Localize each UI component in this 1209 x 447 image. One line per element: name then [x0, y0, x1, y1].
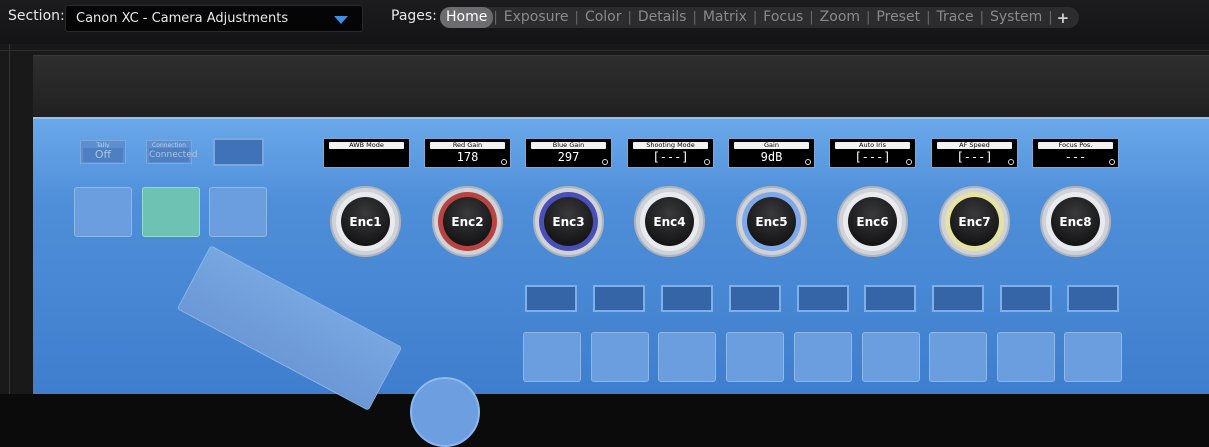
encoder-label: Enc4	[645, 197, 694, 246]
tab-home[interactable]: Home	[440, 7, 494, 28]
left-button-3[interactable]	[209, 187, 267, 237]
tally-indicator[interactable]: Tally Off	[80, 140, 126, 164]
jog-wheel[interactable]	[410, 377, 480, 447]
settings-icon	[704, 159, 710, 165]
display-red-gain: Red Gain 178	[424, 138, 511, 168]
connection-value: Connected	[149, 148, 198, 162]
encoder-label: Enc7	[950, 197, 999, 246]
display-gain: Gain 9dB	[728, 138, 815, 168]
tab-exposure[interactable]: Exposure	[498, 7, 575, 28]
encoder-7[interactable]: Enc7	[939, 186, 1010, 257]
encoder-label: Enc1	[341, 197, 390, 246]
display-label: Auto Iris	[859, 141, 886, 149]
settings-icon	[1109, 159, 1115, 165]
display-label: Gain	[764, 141, 779, 149]
display-value: [---]	[854, 150, 891, 164]
bottom-button-8[interactable]	[997, 332, 1055, 382]
display-value: 178	[456, 150, 479, 164]
frame-divider	[9, 44, 10, 394]
section-dropdown[interactable]: Canon XC - Camera Adjustments	[65, 5, 363, 32]
display-label: Red Gain	[452, 141, 483, 149]
left-button-2[interactable]	[142, 187, 200, 237]
tab-details[interactable]: Details	[632, 7, 693, 28]
pages-tab-bar: Home | Exposure | Color | Details | Matr…	[440, 7, 1080, 28]
display-value: 9dB	[760, 150, 783, 164]
tab-preset[interactable]: Preset	[870, 7, 926, 28]
bottom-button-9[interactable]	[1064, 332, 1122, 382]
small-button-7[interactable]	[932, 285, 984, 312]
display-label: Focus Pos.	[1058, 141, 1093, 149]
tab-matrix[interactable]: Matrix	[697, 7, 753, 28]
tab-focus[interactable]: Focus	[757, 7, 809, 28]
settings-icon	[1008, 159, 1014, 165]
controller-bezel	[33, 55, 1209, 120]
encoder-6[interactable]: Enc6	[837, 186, 908, 257]
bottom-button-7[interactable]	[929, 332, 987, 382]
display-label: Shooting Mode	[646, 141, 695, 149]
bottom-button-3[interactable]	[658, 332, 716, 382]
chevron-down-icon[interactable]	[334, 16, 348, 24]
display-af-speed: AF Speed [---]	[931, 138, 1018, 168]
tab-trace[interactable]: Trace	[930, 7, 979, 28]
settings-icon	[805, 159, 811, 165]
display-value: 297	[557, 150, 580, 164]
display-blue-gain: Blue Gain 297	[525, 138, 612, 168]
encoder-8[interactable]: Enc8	[1040, 186, 1111, 257]
encoder-label: Enc3	[544, 197, 593, 246]
encoder-label: Enc2	[443, 197, 492, 246]
display-shooting-mode: Shooting Mode [---]	[627, 138, 714, 168]
display-label: AF Speed	[959, 141, 990, 149]
small-button-4[interactable]	[729, 285, 781, 312]
display-label: AWB Mode	[349, 141, 384, 149]
tab-system[interactable]: System	[984, 7, 1048, 28]
small-button-5[interactable]	[797, 285, 849, 312]
display-awb-mode: AWB Mode	[323, 138, 410, 168]
tally-value: Off	[83, 148, 123, 162]
connection-indicator[interactable]: Connection Connected	[146, 140, 198, 164]
bottom-button-1[interactable]	[523, 332, 581, 382]
encoder-4[interactable]: Enc4	[634, 186, 705, 257]
top-toolbar: Section: Canon XC - Camera Adjustments P…	[0, 0, 1209, 44]
small-button-2[interactable]	[593, 285, 645, 312]
small-button-8[interactable]	[1000, 285, 1052, 312]
tab-zoom[interactable]: Zoom	[814, 7, 866, 28]
tab-color[interactable]: Color	[579, 7, 628, 28]
small-button-9[interactable]	[1067, 285, 1119, 312]
display-focus-pos: Focus Pos. ---	[1032, 138, 1119, 168]
settings-icon	[501, 159, 507, 165]
encoder-label: Enc5	[747, 197, 796, 246]
small-button-6[interactable]	[864, 285, 916, 312]
add-page-button[interactable]: +	[1053, 9, 1074, 27]
bottom-button-4[interactable]	[726, 332, 784, 382]
display-value: ---	[1064, 150, 1087, 164]
small-button-1[interactable]	[525, 285, 577, 312]
bottom-button-5[interactable]	[794, 332, 852, 382]
display-value: [---]	[652, 150, 689, 164]
encoder-1[interactable]: Enc1	[330, 186, 401, 257]
encoder-label: Enc8	[1051, 197, 1100, 246]
display-auto-iris: Auto Iris [---]	[829, 138, 916, 168]
display-value: [---]	[956, 150, 993, 164]
small-button-3[interactable]	[661, 285, 713, 312]
settings-icon	[906, 159, 912, 165]
encoder-5[interactable]: Enc5	[736, 186, 807, 257]
section-dropdown-value: Canon XC - Camera Adjustments	[76, 11, 289, 26]
section-label: Section:	[8, 8, 65, 24]
frame-divider	[0, 50, 1209, 51]
settings-icon	[602, 159, 608, 165]
display-label: Blue Gain	[552, 141, 585, 149]
bottom-button-2[interactable]	[591, 332, 649, 382]
left-button-1[interactable]	[74, 187, 132, 237]
status-display[interactable]	[213, 138, 264, 166]
pages-label: Pages:	[391, 8, 437, 24]
encoder-3[interactable]: Enc3	[533, 186, 604, 257]
bottom-button-6[interactable]	[862, 332, 920, 382]
encoder-label: Enc6	[848, 197, 897, 246]
encoder-2[interactable]: Enc2	[432, 186, 503, 257]
